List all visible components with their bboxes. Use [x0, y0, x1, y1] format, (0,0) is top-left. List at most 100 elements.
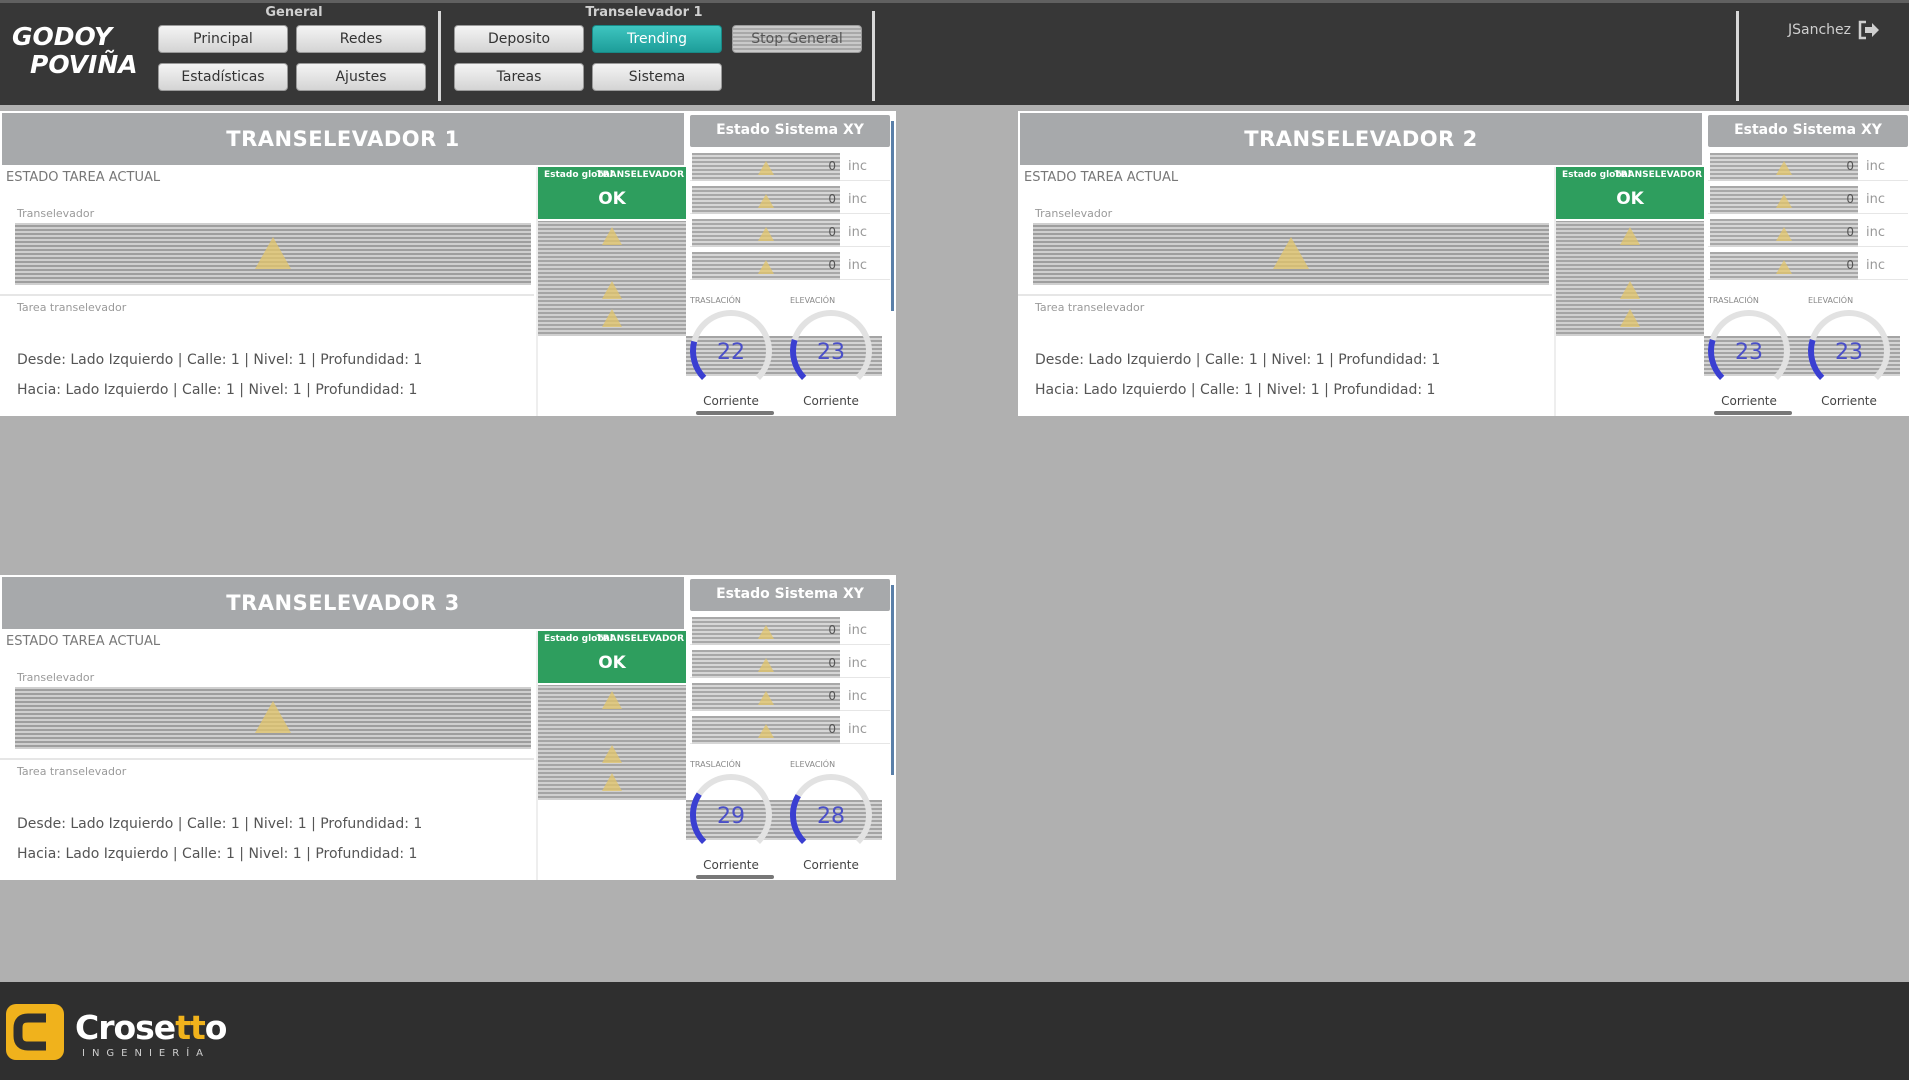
xy-deviation-value: 0 — [828, 192, 836, 206]
principal-button[interactable]: Principal — [158, 25, 288, 53]
xy-unit-label: inc — [848, 258, 867, 273]
xy-deviation-value: 0 — [828, 225, 836, 239]
alarm-fields — [538, 221, 686, 336]
divider — [1018, 294, 1552, 296]
xy-deviation-row: 0 inc — [690, 714, 890, 744]
group-title-transelevador: Transelevador 1 — [585, 5, 703, 20]
xy-deviation-field: 0 — [692, 252, 840, 280]
transelevador-status-field — [15, 687, 531, 749]
xy-unit-label: inc — [848, 192, 867, 207]
xy-deviation-field: 0 — [692, 683, 840, 711]
alarm-fields — [538, 685, 686, 800]
elevacion-gauge: 23 — [1808, 310, 1890, 380]
xy-unit-label: inc — [1866, 192, 1885, 207]
xy-system-title: Estado Sistema XY — [1708, 115, 1908, 147]
sistema-button[interactable]: Sistema — [592, 63, 722, 91]
transelevador-status-field — [15, 223, 531, 285]
deposito-button[interactable]: Deposito — [454, 25, 584, 53]
godoy-povina-logo: GODOY POVIÑA — [12, 22, 138, 79]
transelevador-tag: TRANSELEVADOR — [596, 634, 684, 644]
transelevador-tag: TRANSELEVADOR — [1614, 170, 1702, 180]
warning-icon — [758, 227, 774, 241]
warning-icon — [1620, 227, 1640, 245]
estado-tarea-label: ESTADO TAREA ACTUAL — [6, 170, 161, 185]
gauge-fill — [690, 340, 707, 380]
ajustes-button[interactable]: Ajustes — [296, 63, 426, 91]
warning-icon — [602, 309, 622, 327]
task-status-section: ESTADO TAREA ACTUAL Transelevador Tarea … — [1018, 167, 1552, 416]
task-status-section: ESTADO TAREA ACTUAL Transelevador Tarea … — [0, 631, 534, 880]
redes-button[interactable]: Redes — [296, 25, 426, 53]
estadisticas-button[interactable]: Estadísticas — [158, 63, 288, 91]
xy-deviation-value: 0 — [1846, 159, 1854, 173]
xy-deviation-row: 0 inc — [1708, 250, 1908, 280]
xy-deviation-value: 0 — [1846, 192, 1854, 206]
panel-title: TRANSELEVADOR 1 — [2, 113, 684, 165]
xy-deviation-field: 0 — [692, 219, 840, 247]
xy-deviation-row: 0 inc — [1708, 184, 1908, 214]
warning-icon — [255, 701, 291, 733]
xy-deviation-value: 0 — [828, 656, 836, 670]
task-origin-text: Desde: Lado Izquierdo | Calle: 1 | Nivel… — [1035, 352, 1441, 368]
horizontal-scrollbar[interactable] — [1714, 411, 1792, 415]
task-destination-text: Hacia: Lado Izquierdo | Calle: 1 | Nivel… — [17, 846, 418, 862]
gauge-fill — [690, 792, 707, 844]
traslacion-label: TRASLACIÓN — [690, 760, 741, 769]
elevacion-gauge: 23 — [790, 310, 872, 380]
group-title-general: General — [265, 5, 323, 20]
transelevador-tag: TRANSELEVADOR — [596, 170, 684, 180]
xy-deviation-value: 0 — [828, 159, 836, 173]
elevacion-label: ELEVACIÓN — [790, 760, 836, 769]
transelevador-status-field — [1033, 223, 1549, 285]
xy-unit-label: inc — [848, 225, 867, 240]
traslacion-gauge: 23 — [1708, 310, 1790, 380]
xy-unit-label: inc — [848, 689, 867, 704]
xy-deviation-row: 0 inc — [690, 217, 890, 247]
tareas-button[interactable]: Tareas — [454, 63, 584, 91]
scrollbar[interactable] — [891, 121, 894, 311]
xy-deviation-value: 0 — [828, 722, 836, 736]
task-origin-text: Desde: Lado Izquierdo | Calle: 1 | Nivel… — [17, 352, 423, 368]
warning-icon — [1776, 161, 1792, 175]
footer-bar: Crosetto INGENIERÍA — [0, 982, 1909, 1080]
xy-deviation-row: 0 inc — [690, 151, 890, 181]
xy-deviation-field: 0 — [1710, 219, 1858, 247]
horizontal-scrollbar[interactable] — [696, 875, 774, 879]
transelevador-label: Transelevador — [17, 671, 95, 684]
panel-title: TRANSELEVADOR 3 — [2, 577, 684, 629]
stop-general-button[interactable]: Stop General — [732, 25, 862, 53]
warning-icon — [1776, 194, 1792, 208]
scrollbar[interactable] — [891, 585, 894, 775]
transelevador-label: Transelevador — [17, 207, 95, 220]
trending-button[interactable]: Trending — [592, 25, 722, 53]
xy-system-section: Estado Sistema XY 0 inc 0 inc 0 inc 0 inc TRASL… — [686, 111, 896, 416]
divider — [0, 758, 534, 760]
header-divider — [872, 11, 875, 101]
xy-deviation-row: 0 inc — [1708, 151, 1908, 181]
xy-deviation-field: 0 — [692, 716, 840, 744]
user-menu[interactable]: JSanchez — [1788, 19, 1881, 41]
task-origin-text: Desde: Lado Izquierdo | Calle: 1 | Nivel… — [17, 816, 423, 832]
xy-system-title: Estado Sistema XY — [690, 115, 890, 147]
horizontal-scrollbar[interactable] — [696, 411, 774, 415]
xy-deviation-field: 0 — [692, 186, 840, 214]
divider — [0, 294, 534, 296]
traslacion-label: TRASLACIÓN — [690, 296, 741, 305]
xy-deviation-value: 0 — [828, 258, 836, 272]
logout-icon[interactable] — [1857, 19, 1881, 41]
warning-icon — [1776, 260, 1792, 274]
xy-unit-label: inc — [848, 623, 867, 638]
corriente-label: Corriente — [803, 394, 859, 408]
xy-system-title: Estado Sistema XY — [690, 579, 890, 611]
tarea-transelevador-label: Tarea transelevador — [1035, 301, 1145, 314]
xy-deviation-field: 0 — [692, 617, 840, 645]
xy-deviation-field: 0 — [692, 650, 840, 678]
panel-title: TRANSELEVADOR 2 — [1020, 113, 1702, 165]
traslacion-label: TRASLACIÓN — [1708, 296, 1759, 305]
status-badge: Estado global TRANSELEVADOR OK — [538, 631, 686, 683]
status-text: OK — [598, 653, 626, 673]
traslacion-gauge: 22 — [690, 310, 772, 380]
xy-system-section: Estado Sistema XY 0 inc 0 inc 0 inc 0 inc TRASL… — [686, 575, 896, 880]
status-badge: Estado global TRANSELEVADOR OK — [1556, 167, 1704, 219]
warning-icon — [1273, 237, 1309, 269]
